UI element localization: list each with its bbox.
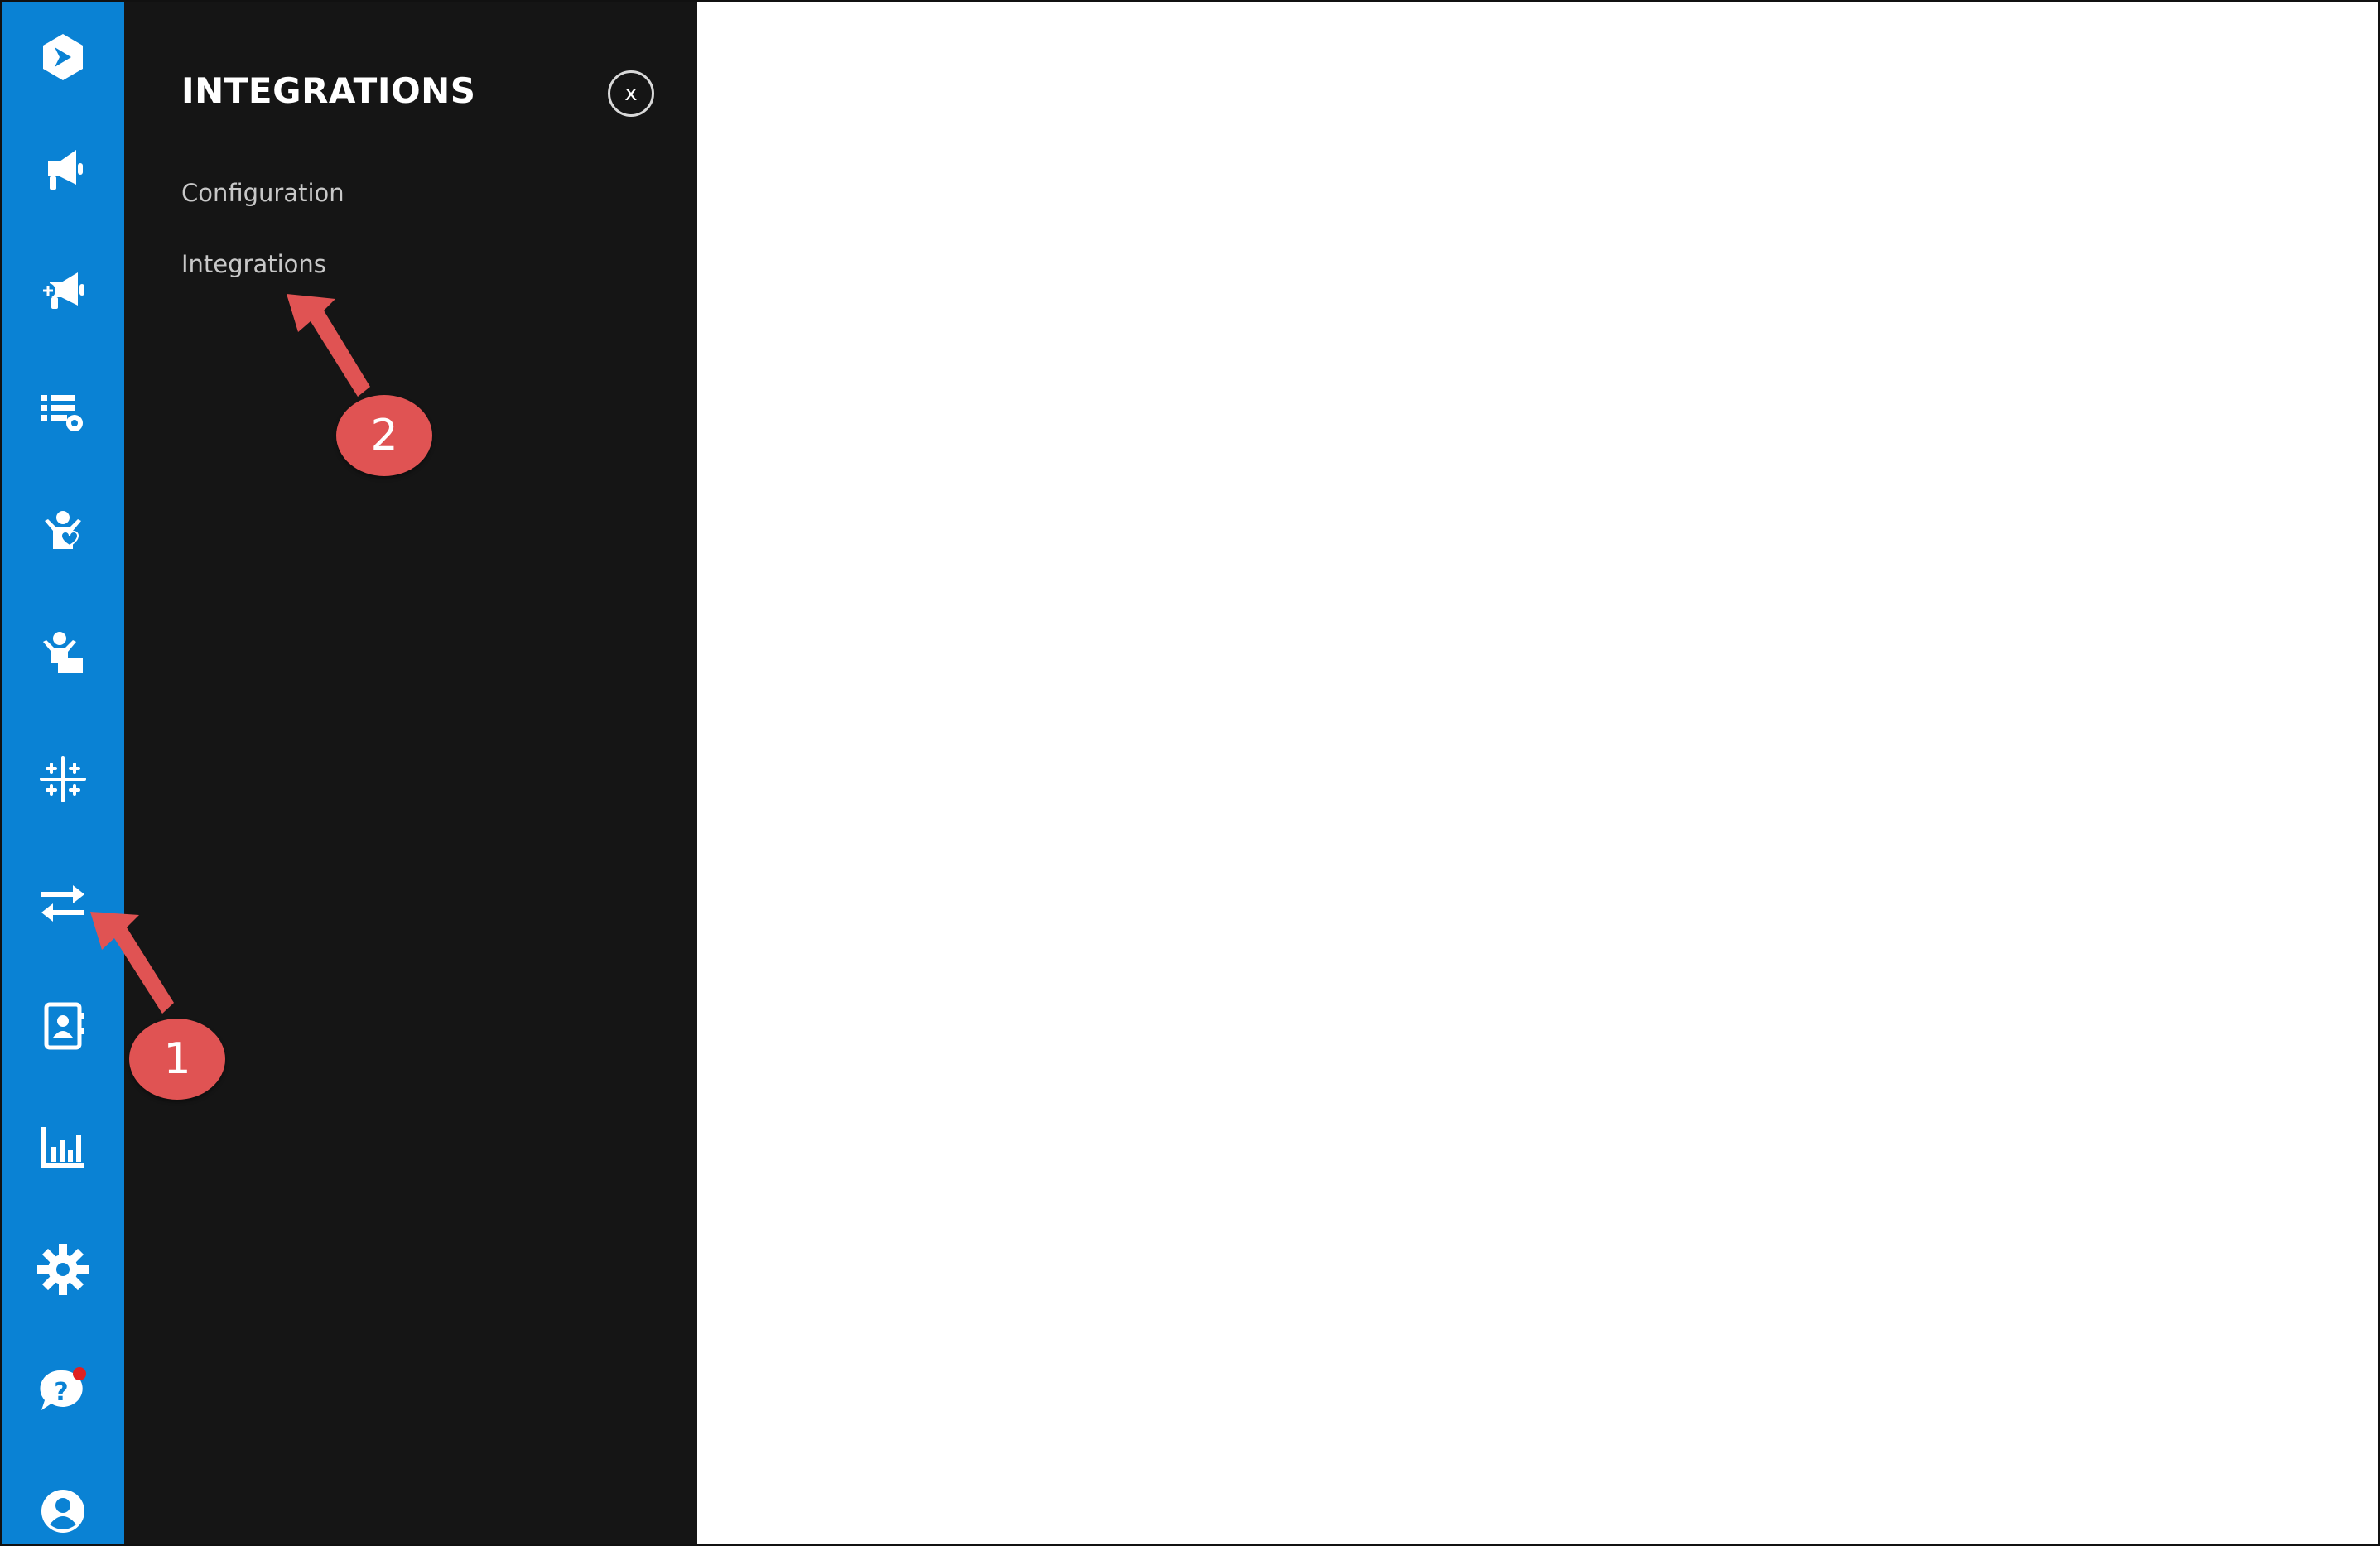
app-window: ? INTEGRATIONS x Configuration Integrati…: [0, 0, 2380, 1546]
annotation-arrow-1: [90, 912, 174, 1014]
annotation-arrow-2: [287, 294, 370, 397]
annotation-badge-2: 2: [336, 395, 432, 476]
annotation-arrows: [90, 294, 370, 1014]
annotation-badge-1: 1: [129, 1019, 225, 1100]
